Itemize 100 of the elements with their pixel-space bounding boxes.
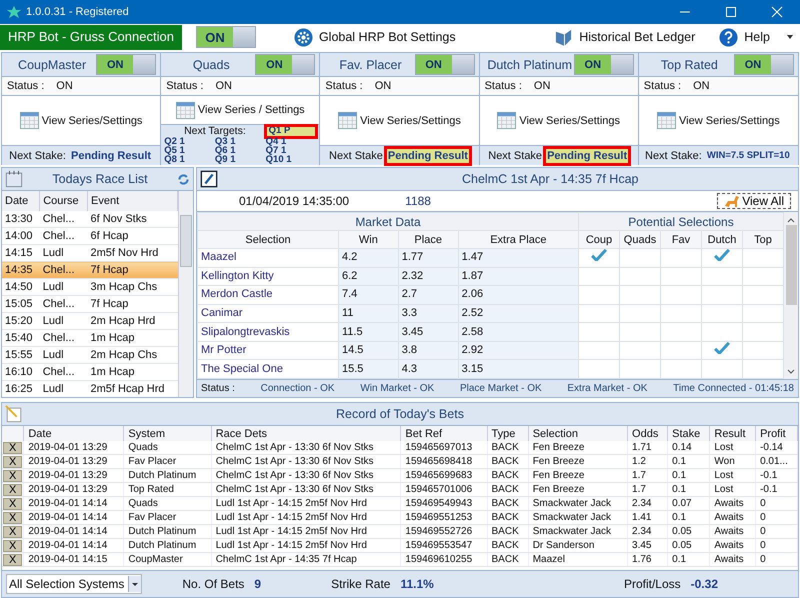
- help-button[interactable]: Help: [744, 30, 770, 44]
- race-cell: Ludl: [40, 278, 88, 296]
- selection-check-cell[interactable]: [660, 341, 702, 360]
- delete-button[interactable]: X: [3, 456, 22, 468]
- connection-toggle[interactable]: ON: [196, 26, 256, 48]
- column-header[interactable]: System: [124, 426, 212, 441]
- selection-check-cell[interactable]: [578, 286, 620, 304]
- race-cell: Ludl: [40, 380, 88, 397]
- selection-check-cell[interactable]: [578, 267, 620, 286]
- selection-check-cell[interactable]: [702, 304, 742, 323]
- view-all-button[interactable]: View All: [717, 193, 791, 209]
- delete-button[interactable]: X: [3, 442, 22, 454]
- odds-cell: 15.5: [338, 360, 398, 378]
- delete-button[interactable]: X: [3, 498, 22, 510]
- historical-bet-ledger-button[interactable]: Historical Bet Ledger: [579, 30, 696, 44]
- column-header[interactable]: Type: [487, 426, 528, 441]
- race-row[interactable]: 15:20 Ludl 2m Hcap Hrd: [2, 312, 178, 330]
- column-header[interactable]: Dutch: [702, 230, 742, 248]
- selection-check-cell[interactable]: [702, 341, 742, 360]
- race-row[interactable]: 14:50 Ludl 3m Hcap Chs: [2, 278, 178, 296]
- column-header[interactable]: Fav: [660, 230, 702, 248]
- check-icon: [714, 249, 730, 262]
- selection-check-cell[interactable]: [620, 322, 660, 342]
- race-row[interactable]: 14:00 Chel... 6f Hcap: [2, 228, 178, 244]
- view-settings-link[interactable]: View Series/Settings: [679, 114, 780, 126]
- race-row[interactable]: 15:55 Ludl 2m Hcap Chs: [2, 346, 178, 364]
- column-header[interactable]: Date: [2, 191, 40, 211]
- view-settings-link[interactable]: View Series / Settings: [198, 104, 305, 116]
- book-icon[interactable]: [554, 28, 574, 46]
- scroll-up-icon[interactable]: [787, 218, 795, 223]
- column-header[interactable]: Bet Ref: [400, 426, 488, 441]
- column-header[interactable]: Course: [40, 191, 88, 211]
- view-settings-link[interactable]: View Series/Settings: [360, 114, 461, 126]
- selection-check-cell[interactable]: [660, 322, 702, 342]
- help-icon[interactable]: [719, 28, 738, 46]
- settings-icon[interactable]: [294, 28, 313, 46]
- race-row[interactable]: 13:30 Chel... 6f Nov Stks: [2, 211, 178, 228]
- race-cell: 1m Hcap: [88, 364, 178, 380]
- selection-check-cell[interactable]: [660, 248, 702, 268]
- selection-check-cell[interactable]: [620, 304, 660, 323]
- race-row[interactable]: 15:05 Chel... 7f Hcap: [2, 296, 178, 312]
- race-row[interactable]: 15:40 Chel... 1m Hcap: [2, 330, 178, 346]
- profit-loss: -0.32: [690, 577, 718, 591]
- column-header[interactable]: Win: [338, 230, 398, 248]
- column-header[interactable]: Event: [88, 191, 178, 211]
- race-datetime: 01/04/2019 14:35:00: [239, 194, 350, 208]
- column-header[interactable]: Place: [398, 230, 458, 248]
- selection-check-cell[interactable]: [578, 322, 620, 342]
- bet-cell: Smackwater Jack: [528, 524, 628, 538]
- selection-check-cell[interactable]: [620, 341, 660, 360]
- delete-button[interactable]: X: [3, 484, 22, 496]
- refresh-icon[interactable]: [177, 172, 190, 186]
- column-header[interactable]: Quads: [620, 230, 660, 248]
- bet-cell: BACK: [487, 482, 528, 496]
- table-icon: [657, 111, 676, 130]
- system-toggle[interactable]: ON: [414, 54, 475, 75]
- delete-button[interactable]: X: [3, 554, 22, 566]
- selection-check-cell[interactable]: [620, 286, 660, 304]
- selection-check-cell[interactable]: [660, 304, 702, 323]
- column-header[interactable]: Selection: [198, 230, 338, 248]
- system-toggle[interactable]: ON: [255, 54, 316, 75]
- selection-check-cell[interactable]: [702, 267, 742, 286]
- column-header[interactable]: Date: [24, 426, 124, 441]
- system-filter-dropdown[interactable]: All Selection Systems: [6, 574, 142, 594]
- delete-button[interactable]: X: [3, 470, 22, 482]
- scroll-down-icon[interactable]: [787, 369, 795, 374]
- selection-check-cell[interactable]: [702, 286, 742, 304]
- selection-check-cell[interactable]: [578, 304, 620, 323]
- column-header[interactable]: Race Dets: [211, 426, 401, 441]
- selection-check-cell[interactable]: [620, 248, 660, 268]
- selection-check-cell[interactable]: [702, 322, 742, 342]
- column-header[interactable]: Profit: [756, 426, 798, 441]
- delete-button[interactable]: X: [3, 512, 22, 524]
- view-settings-link[interactable]: View Series/Settings: [42, 114, 142, 126]
- selection-check-cell[interactable]: [702, 248, 742, 268]
- column-header[interactable]: Stake: [668, 426, 710, 441]
- bet-cell: 0.1: [668, 482, 710, 496]
- scrollbar[interactable]: [784, 212, 798, 379]
- view-settings-link[interactable]: View Series/Settings: [519, 114, 620, 126]
- column-header[interactable]: Result: [710, 426, 756, 441]
- system-toggle[interactable]: ON: [574, 54, 634, 75]
- system-toggle[interactable]: ON: [734, 54, 794, 75]
- column-header[interactable]: Coup: [578, 230, 620, 248]
- delete-button[interactable]: X: [3, 526, 22, 538]
- system-toggle[interactable]: ON: [96, 54, 156, 75]
- column-header[interactable]: Top: [742, 230, 784, 248]
- delete-button[interactable]: X: [3, 540, 22, 552]
- selection-check-cell[interactable]: [578, 248, 620, 268]
- caret-icon[interactable]: [786, 35, 794, 39]
- selection-check-cell[interactable]: [578, 341, 620, 360]
- race-row[interactable]: 16:10 Chel... 1m Hcap: [2, 364, 178, 380]
- column-header[interactable]: Extra Place: [458, 230, 578, 248]
- selection-check-cell[interactable]: [660, 286, 702, 304]
- column-header[interactable]: Selection: [528, 426, 628, 441]
- selection-check-cell[interactable]: [660, 267, 702, 286]
- selection-check-cell[interactable]: [620, 267, 660, 286]
- race-row[interactable]: 14:35 Chel... 7f Hcap: [2, 262, 178, 278]
- column-header[interactable]: Odds: [628, 426, 668, 441]
- global-settings-button[interactable]: Global HRP Bot Settings: [318, 30, 456, 44]
- scrollbar[interactable]: [178, 191, 193, 397]
